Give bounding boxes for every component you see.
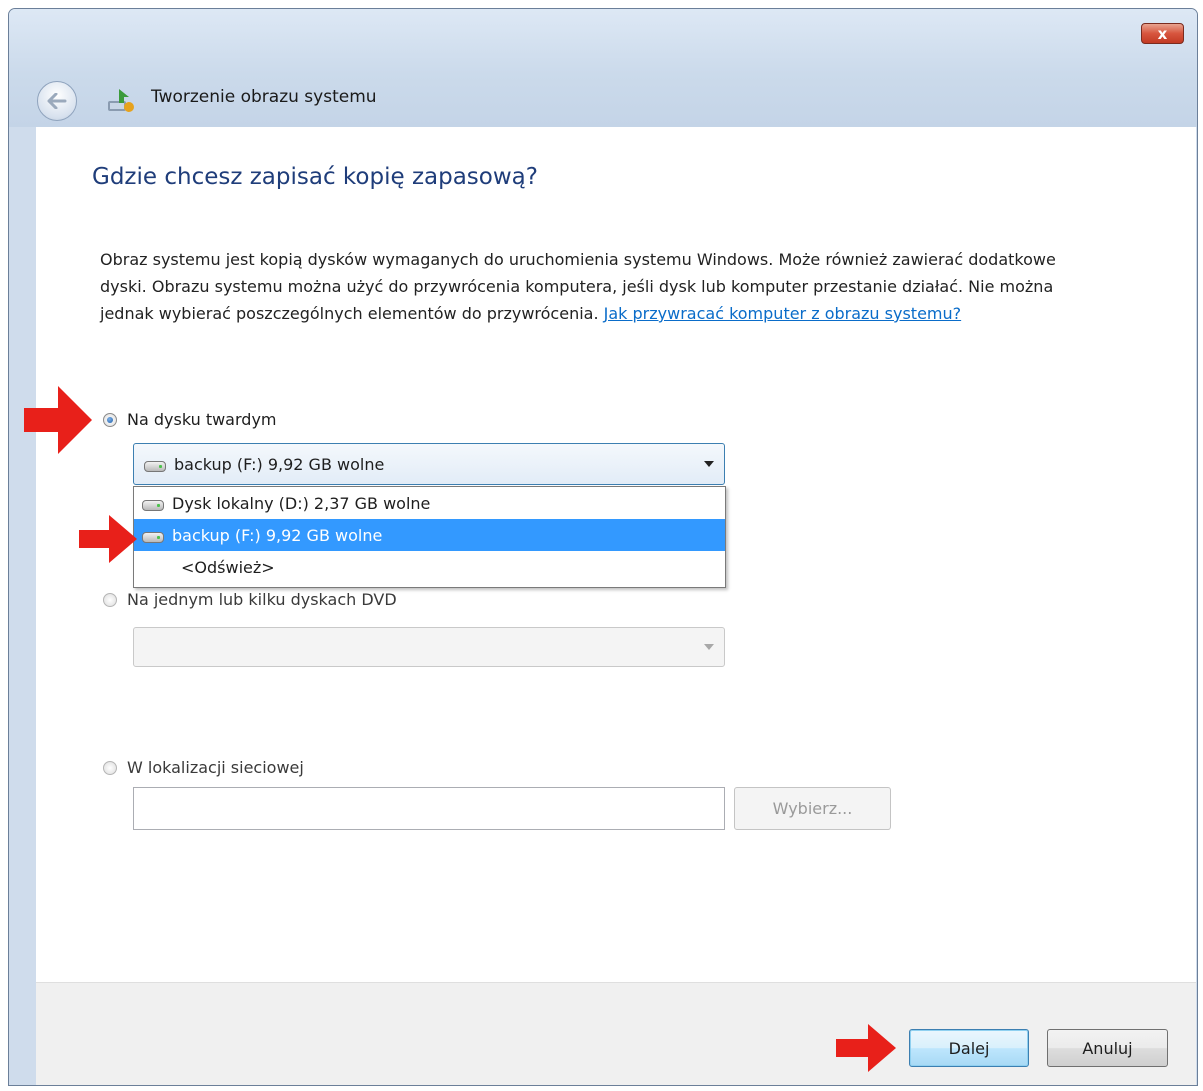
radio-hard-disk-label: Na dysku twardym (127, 410, 277, 429)
hard-disk-select[interactable]: backup (F:) 9,92 GB wolne (133, 443, 725, 485)
dropdown-item-drive-f[interactable]: backup (F:) 9,92 GB wolne (134, 519, 725, 551)
page-heading: Gdzie chcesz zapisać kopię zapasową? (92, 164, 538, 190)
radio-network[interactable] (103, 760, 117, 775)
hard-disk-select-value: backup (F:) 9,92 GB wolne (174, 454, 385, 474)
radio-hard-disk[interactable] (103, 412, 117, 427)
drive-icon (142, 499, 164, 511)
drive-icon (144, 460, 166, 472)
close-button[interactable]: x (1141, 23, 1184, 44)
dvd-select (133, 627, 725, 667)
dropdown-item-label: <Odśwież> (181, 557, 275, 577)
back-arrow-icon (47, 93, 67, 109)
cancel-button[interactable]: Anuluj (1047, 1029, 1168, 1067)
chevron-down-icon (704, 644, 714, 650)
back-button[interactable] (37, 81, 77, 121)
title-bar: x Tworzenie obrazu systemu (9, 9, 1197, 127)
cancel-button-label: Anuluj (1082, 1038, 1133, 1058)
annotation-arrow-icon (836, 1024, 896, 1072)
backup-app-icon (108, 89, 134, 112)
description-text: Obraz systemu jest kopią dysków wymagany… (100, 246, 1080, 327)
dropdown-item-label: backup (F:) 9,92 GB wolne (172, 525, 383, 545)
browse-button-label: Wybierz... (772, 799, 853, 818)
radio-dvd[interactable] (103, 592, 117, 607)
network-path-input[interactable] (133, 787, 725, 830)
dropdown-item-drive-d[interactable]: Dysk lokalny (D:) 2,37 GB wolne (134, 487, 725, 519)
browse-button[interactable]: Wybierz... (734, 787, 891, 830)
dropdown-item-label: Dysk lokalny (D:) 2,37 GB wolne (172, 493, 431, 513)
annotation-arrow-icon (79, 515, 137, 563)
dropdown-item-refresh[interactable]: <Odśwież> (134, 551, 725, 583)
radio-dvd-label: Na jednym lub kilku dyskach DVD (127, 590, 397, 609)
annotation-arrow-icon (24, 386, 92, 454)
drive-icon (142, 531, 164, 543)
chevron-down-icon (704, 461, 714, 467)
radio-dvd-row[interactable]: Na jednym lub kilku dyskach DVD (103, 590, 397, 609)
next-button-label: Dalej (948, 1038, 990, 1058)
radio-network-label: W lokalizacji sieciowej (127, 758, 304, 777)
radio-network-row[interactable]: W lokalizacji sieciowej (103, 758, 304, 777)
next-button[interactable]: Dalej (909, 1029, 1029, 1067)
window-title: Tworzenie obrazu systemu (151, 87, 377, 107)
close-icon: x (1157, 24, 1168, 43)
help-link[interactable]: Jak przywracać komputer z obrazu systemu… (604, 304, 962, 323)
hard-disk-dropdown-list: Dysk lokalny (D:) 2,37 GB wolne backup (… (133, 486, 726, 588)
radio-hard-disk-row[interactable]: Na dysku twardym (103, 410, 277, 429)
